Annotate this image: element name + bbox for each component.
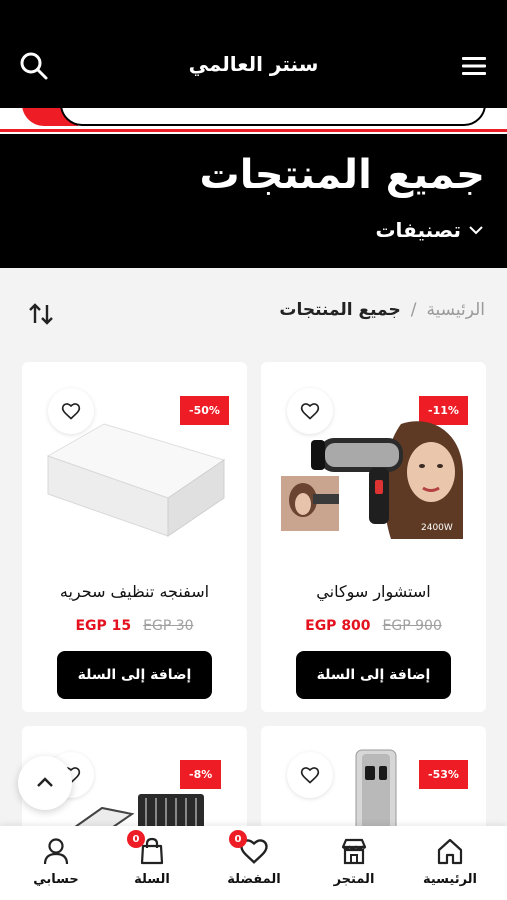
discount-badge: -53% xyxy=(419,760,468,789)
product-price: EGP 800 xyxy=(305,618,371,634)
nav-item-label: المتجر xyxy=(333,872,375,887)
sort-button[interactable] xyxy=(26,300,56,328)
product-prices: EGP 15 EGP 30 xyxy=(22,618,247,634)
breadcrumb-current: جميع المنتجات xyxy=(279,300,401,320)
product-card[interactable]: -50% اسفنجه تنظيف سحريه EGP 15 EGP 30 إض… xyxy=(22,362,247,712)
add-to-cart-button[interactable]: إضافة إلى السلة xyxy=(296,651,451,699)
product-name[interactable]: اسفنجه تنظيف سحريه xyxy=(22,582,247,601)
heart-icon xyxy=(300,767,320,784)
oil-sprayer-image xyxy=(355,749,397,836)
page-hero: جميع المنتجات تصنيفات xyxy=(0,134,507,268)
search-bar-strip xyxy=(0,108,507,134)
breadcrumb: الرئيسية / جميع المنتجات xyxy=(279,300,485,320)
nav-item-label: الرئيسية xyxy=(422,872,478,887)
product-card[interactable]: -53% xyxy=(261,726,486,836)
chevron-down-icon xyxy=(469,226,483,235)
nav-item-label: المفضلة xyxy=(227,872,281,887)
product-image[interactable] xyxy=(351,748,401,836)
menu-button[interactable] xyxy=(459,52,489,80)
product-card[interactable]: -11% 2400W استشوار سوكاني EGP 800 EGP 90… xyxy=(261,362,486,712)
nav-item-label: السلة xyxy=(134,872,170,887)
wishlist-count-badge: 0 xyxy=(229,830,247,848)
accent-divider xyxy=(0,129,507,132)
nav-item-label: حسابي xyxy=(33,872,79,887)
store-icon xyxy=(341,838,367,865)
sort-icon xyxy=(29,303,53,325)
user-icon xyxy=(43,838,69,865)
wishlist-button[interactable] xyxy=(287,752,333,798)
breadcrumb-home-link[interactable]: الرئيسية xyxy=(426,300,485,320)
home-icon xyxy=(437,838,463,865)
breadcrumb-separator: / xyxy=(410,300,417,320)
product-name[interactable]: استشوار سوكاني xyxy=(261,582,486,601)
nav-item-store[interactable]: المتجر xyxy=(309,836,399,887)
product-price: EGP 15 xyxy=(75,618,132,634)
product-old-price: EGP 900 xyxy=(382,618,442,634)
scroll-to-top-button[interactable] xyxy=(18,756,72,810)
categories-dropdown[interactable]: تصنيفات xyxy=(375,218,485,242)
top-app-bar: سنتر العالمي xyxy=(0,0,507,108)
cleaning-sponge-image xyxy=(46,423,226,537)
hamburger-menu-icon xyxy=(462,57,486,75)
chevron-up-icon xyxy=(37,777,53,787)
svg-text:2400W: 2400W xyxy=(421,523,453,533)
product-image[interactable]: 2400W xyxy=(281,414,466,539)
cart-count-badge: 0 xyxy=(127,830,145,848)
product-prices: EGP 800 EGP 900 xyxy=(261,618,486,634)
page-title: جميع المنتجات xyxy=(199,152,485,198)
discount-badge: -8% xyxy=(180,760,222,789)
app-title: سنتر العالمي xyxy=(188,52,319,76)
nav-item-account[interactable]: حسابي xyxy=(11,836,101,887)
product-old-price: EGP 30 xyxy=(143,618,194,634)
product-image[interactable] xyxy=(42,414,227,539)
nav-item-cart[interactable]: 0 السلة xyxy=(107,830,197,887)
nav-item-home[interactable]: الرئيسية xyxy=(405,836,495,887)
add-to-cart-button[interactable]: إضافة إلى السلة xyxy=(57,651,212,699)
search-input[interactable] xyxy=(60,108,486,126)
categories-label: تصنيفات xyxy=(375,218,461,242)
hair-dryer-image: 2400W xyxy=(281,421,463,539)
nav-item-wishlist[interactable]: 0 المفضلة xyxy=(209,830,299,887)
bottom-navigation: الرئيسية المتجر 0 المفضلة 0 السلة حسابي xyxy=(0,826,507,900)
